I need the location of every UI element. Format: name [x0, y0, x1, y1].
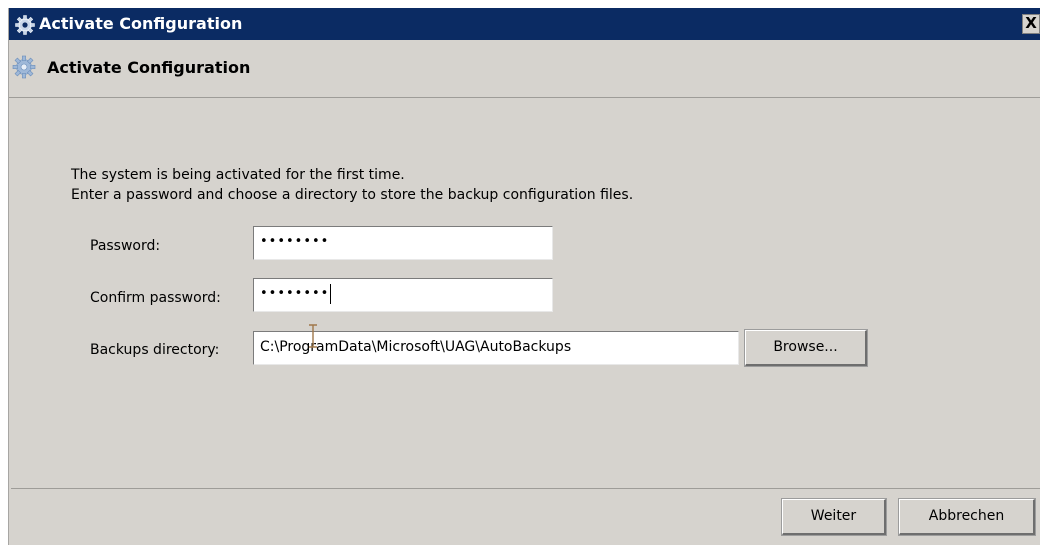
browse-button[interactable]: Browse... — [744, 329, 868, 367]
confirm-password-label: Confirm password: — [90, 290, 221, 306]
text-cursor — [330, 283, 332, 304]
ibeam-cursor-icon — [309, 324, 317, 348]
activate-configuration-dialog: Activate Configuration X Activate Config… — [8, 8, 1040, 545]
cancel-button[interactable]: Abbrechen — [898, 498, 1036, 536]
window-title: Activate Configuration — [39, 14, 243, 33]
confirm-password-value: •••••••• — [260, 286, 330, 301]
description: The system is being activated for the fi… — [71, 165, 633, 205]
gear-icon — [12, 55, 36, 79]
description-line-2: Enter a password and choose a directory … — [71, 187, 634, 203]
next-button[interactable]: Weiter — [781, 498, 887, 536]
backups-directory-field[interactable]: C:\ProgramData\Microsoft\UAG\AutoBackups — [253, 331, 739, 365]
gear-icon — [15, 15, 35, 35]
dialog-header: Activate Configuration — [9, 40, 1040, 98]
backups-directory-label: Backups directory: — [90, 342, 220, 358]
password-label: Password: — [90, 238, 161, 254]
title-bar[interactable]: Activate Configuration X — [9, 8, 1040, 40]
content-panel: The system is being activated for the fi… — [11, 98, 1040, 489]
password-field[interactable]: •••••••• — [253, 226, 553, 260]
description-line-1: The system is being activated for the fi… — [71, 167, 405, 183]
close-button[interactable]: X — [1022, 14, 1040, 34]
close-icon: X — [1025, 14, 1037, 32]
confirm-password-field[interactable]: •••••••• — [253, 278, 553, 312]
password-value: •••••••• — [260, 234, 330, 249]
header-title: Activate Configuration — [47, 58, 251, 77]
